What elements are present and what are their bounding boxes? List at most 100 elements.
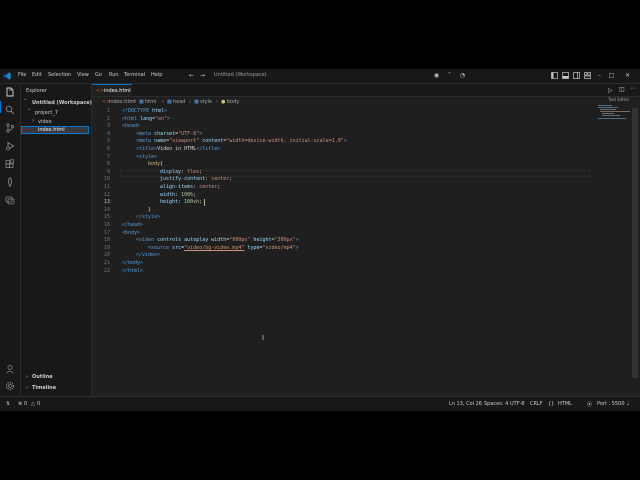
line-number: 16 (103, 222, 110, 228)
cursor-position[interactable]: Ln 13, Col 26 (449, 401, 482, 407)
line-number: 3 (106, 123, 110, 130)
line-number: 9 (106, 168, 110, 175)
element-icon: ▩ (139, 99, 144, 105)
live-server-icon[interactable]: ⦿ (587, 401, 592, 408)
breadcrumb-body[interactable]: body (227, 99, 239, 105)
sidebar-item-index-html[interactable]: index.html (38, 127, 65, 133)
line-number-active: 13 (103, 199, 110, 206)
activity-bar (0, 84, 21, 396)
customize-layout-icon[interactable] (584, 72, 591, 79)
code-line: justify-content: center; (160, 176, 233, 183)
minimap-label: Text Editor (608, 97, 630, 102)
remote-explorer-icon[interactable] (5, 195, 15, 205)
line-number: 1 (106, 108, 110, 114)
back-arrow-icon[interactable]: ← (188, 72, 195, 79)
explorer-sidebar: Explorer ˅ Untitled (Workspace) ˅ projec… (21, 84, 92, 396)
line-number: 5 (106, 138, 110, 145)
chevron-down-icon[interactable]: ˅ (24, 99, 27, 105)
editor-area: <> index.html ▷ ◫ ⋯ <> index.html › ▩ ht… (92, 84, 640, 396)
warning-icon[interactable]: △ (31, 401, 35, 407)
maximize-icon[interactable]: □ (608, 72, 615, 79)
language-mode[interactable]: HTML (558, 401, 572, 407)
vscode-window: File Edit Selection View Go Run Terminal… (0, 69, 640, 411)
toggle-sidebar-icon[interactable] (573, 72, 580, 79)
workspace-root[interactable]: Untitled (Workspace) (32, 100, 92, 106)
toggle-panel-icon[interactable] (562, 72, 569, 79)
menu-file[interactable]: File (18, 72, 26, 78)
sidebar-title: Explorer (26, 88, 47, 94)
breadcrumb-style[interactable]: style (200, 99, 212, 105)
line-number: 19 (103, 244, 110, 251)
menu-edit[interactable]: Edit (32, 72, 42, 78)
breadcrumb-head[interactable]: head (173, 99, 185, 105)
breadcrumb-file[interactable]: index.html (109, 99, 136, 105)
indentation[interactable]: Spaces: 4 (484, 401, 508, 407)
run-icon[interactable]: ▷ (608, 87, 613, 94)
split-editor-icon[interactable]: ◫ (619, 86, 625, 93)
live-server-port[interactable]: Port : 5500 (597, 401, 625, 407)
search-icon[interactable] (5, 105, 15, 115)
menu-terminal[interactable]: Terminal (124, 72, 145, 78)
chevron-right-icon[interactable]: › (26, 385, 28, 391)
chevron-down-icon[interactable]: ˅ (28, 109, 31, 115)
line-number: 21 (103, 260, 110, 266)
warning-count[interactable]: 0 (37, 401, 40, 407)
vscode-logo-icon (3, 72, 11, 80)
braces-icon[interactable]: {} (548, 401, 554, 407)
explorer-icon[interactable] (5, 87, 15, 97)
run-debug-icon[interactable] (5, 141, 15, 151)
menu-view[interactable]: View (77, 72, 89, 78)
chevron-right-icon: › (134, 99, 136, 105)
title-bar: File Edit Selection View Go Run Terminal… (0, 69, 640, 84)
minimap[interactable]: Text Editor (592, 97, 632, 127)
code-line: width: 100%; (160, 191, 197, 198)
vertical-scrollbar[interactable] (632, 108, 638, 378)
code-line: <!DOCTYPE html> (122, 108, 168, 114)
timeline-section[interactable]: Timeline (32, 385, 56, 391)
encoding[interactable]: UTF-8 (510, 401, 525, 407)
mongodb-icon[interactable] (5, 177, 15, 187)
chevron-right-icon[interactable]: › (26, 374, 28, 380)
line-number: 11 (103, 184, 110, 190)
remote-indicator-icon[interactable]: ⇅ (6, 401, 10, 407)
code-line: <html lang="en"> (122, 115, 171, 122)
menu-go[interactable]: Go (95, 72, 102, 78)
folder-project[interactable]: project_7 (35, 110, 58, 116)
outline-section[interactable]: Outline (32, 374, 53, 380)
code-line: <style> (136, 153, 158, 160)
code-line: <meta charset="UTF-8"> (136, 130, 203, 137)
extensions-icon[interactable] (5, 159, 15, 169)
line-number: 7 (106, 153, 110, 160)
chevron-right-icon[interactable]: › (32, 118, 34, 124)
more-actions-icon[interactable]: ⋯ (630, 85, 636, 92)
minimize-icon[interactable]: – (596, 72, 603, 79)
code-line: <video controls autoplay width="600px" h… (136, 237, 299, 244)
breadcrumb-html[interactable]: html (145, 99, 156, 105)
settings-gear-icon[interactable] (5, 381, 15, 391)
forward-arrow-icon[interactable]: → (199, 72, 206, 79)
layout-icon[interactable] (551, 72, 558, 79)
copilot-icon[interactable]: ◉ (433, 72, 440, 79)
accounts-icon[interactable] (5, 364, 15, 374)
code-line: height: 100vh; (160, 199, 203, 206)
line-number: 22 (103, 267, 110, 274)
account-icon[interactable]: ◔ (459, 72, 466, 79)
tab-index-html[interactable]: <> index.html (92, 84, 132, 96)
notifications-bell-icon[interactable]: ♩ (627, 401, 629, 407)
tab-label: index.html (104, 88, 131, 94)
line-number: 12 (103, 191, 110, 198)
chevron-right-icon: › (162, 99, 164, 105)
workspace-title[interactable]: Untitled (Workspace) (214, 72, 267, 78)
error-icon[interactable]: ⊗ (18, 401, 22, 407)
copilot-menu-icon[interactable]: ˅ (446, 72, 453, 79)
source-control-icon[interactable] (5, 123, 15, 133)
menu-selection[interactable]: Selection (48, 72, 71, 78)
menu-run[interactable]: Run (109, 72, 119, 78)
error-count[interactable]: 0 (24, 401, 27, 407)
end-of-line[interactable]: CRLF (530, 401, 543, 407)
code-line: body{ (148, 161, 164, 168)
menu-help[interactable]: Help (151, 72, 162, 78)
text-cursor (204, 199, 205, 206)
sidebar-item-video[interactable]: video (38, 119, 52, 125)
close-icon[interactable]: ✕ (624, 72, 631, 79)
